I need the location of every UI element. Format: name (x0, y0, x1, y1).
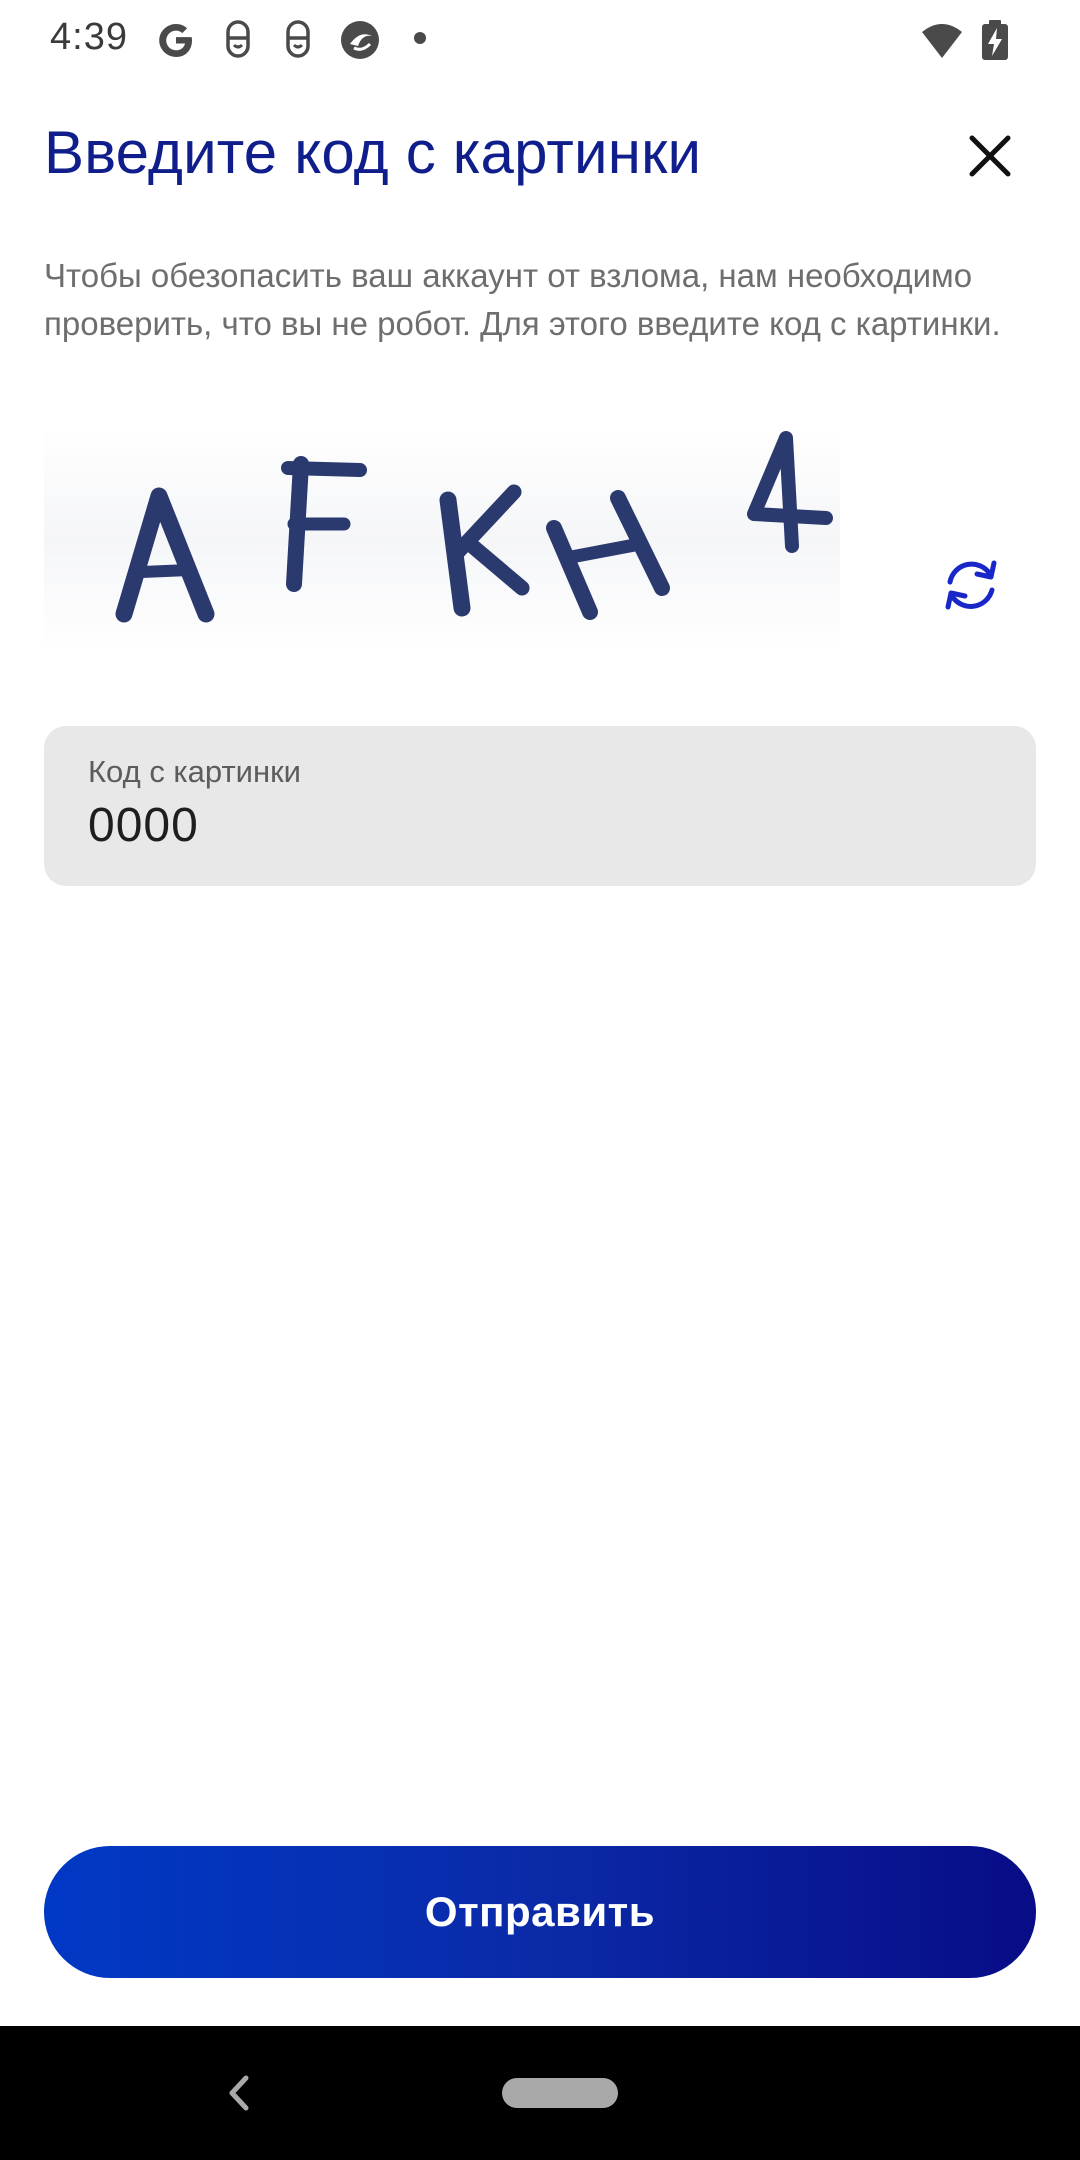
more-dot-icon (414, 32, 426, 44)
notification-app-icon (226, 20, 250, 58)
back-chevron-icon[interactable] (224, 2066, 254, 2120)
captcha-code-input[interactable]: Код с картинки 0000 (44, 726, 1036, 886)
code-field-label: Код с картинки (88, 754, 301, 789)
submit-button[interactable]: Отправить (44, 1846, 1036, 1978)
google-icon (159, 24, 192, 57)
status-time: 4:39 (50, 16, 128, 58)
description-text: Чтобы обезопасить ваш аккаунт от взлома,… (44, 257, 1001, 342)
navigation-bar (0, 2026, 1080, 2160)
battery-charging-icon (982, 20, 1008, 60)
captcha-screen: 4:39 Введите код с картинки Чтобы обезоп… (0, 0, 1080, 2160)
home-pill-icon[interactable] (502, 2078, 618, 2108)
status-bar: 4:39 (0, 0, 1080, 80)
notification-app-icon (286, 20, 310, 58)
code-field-value[interactable]: 0000 (88, 798, 199, 853)
close-icon[interactable] (962, 128, 1018, 184)
refresh-icon[interactable] (936, 550, 1006, 620)
page-title: Введите код с картинки (44, 119, 702, 186)
app-logo-icon (341, 21, 379, 59)
wifi-icon (922, 24, 962, 58)
submit-button-label: Отправить (424, 1888, 656, 1935)
captcha-image (44, 426, 840, 652)
